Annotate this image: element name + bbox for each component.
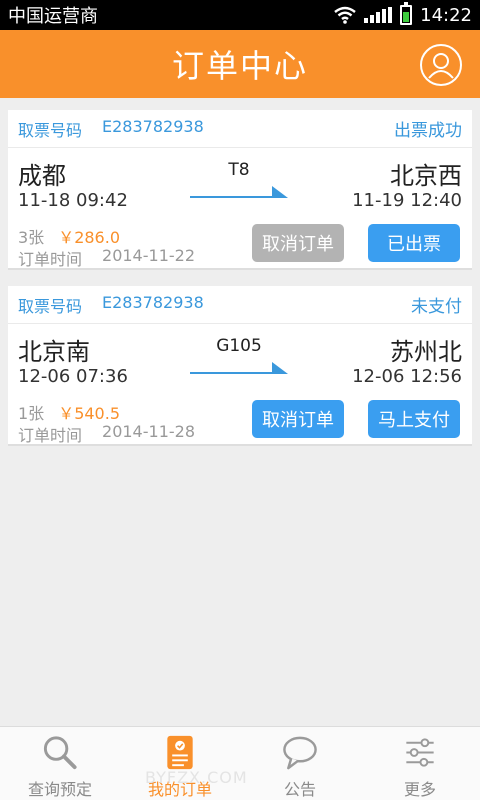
profile-button[interactable]: [420, 44, 462, 86]
order-time-label: 订单时间: [18, 250, 83, 269]
order-time: 2014-11-28: [102, 422, 195, 441]
order-time-row: 订单时间 2014-11-28: [18, 422, 195, 446]
ticket-number-label: 取票号码: [18, 120, 83, 140]
order-status: 未支付: [411, 297, 462, 317]
ticket-price: ￥540.5: [58, 404, 120, 423]
signal-icon: [364, 7, 393, 23]
user-icon: [428, 53, 454, 79]
ticket-number: E283782938: [102, 292, 204, 312]
arrival-station: 苏州北: [390, 338, 462, 366]
ticket-summary: 1张 ￥540.5: [18, 400, 120, 424]
tab-label: 更多: [403, 780, 436, 799]
order-time-row: 订单时间 2014-11-22: [18, 246, 195, 270]
tab-announcements[interactable]: 公告: [240, 727, 360, 800]
arrival-time: 12-06 12:56: [352, 366, 462, 387]
tab-my-orders[interactable]: 我的订单: [120, 727, 240, 800]
arrival-station: 北京西: [390, 162, 462, 190]
order-card[interactable]: 取票号码 E283782938 出票成功 成都 T8 北京西 11-18 09:…: [8, 110, 472, 270]
cancel-order-button[interactable]: 取消订单: [252, 224, 344, 262]
status-icons: 14:22: [334, 2, 472, 26]
carrier-name: 中国运营商: [8, 6, 98, 27]
order-time: 2014-11-22: [102, 246, 195, 265]
chat-bubble-icon: [283, 736, 317, 770]
ticket-summary: 3张 ￥286.0: [18, 224, 120, 248]
tab-label: 查询预定: [27, 780, 92, 799]
ticket-count: 3张: [18, 228, 45, 247]
bottom-tab-bar: 查询预定 我的订单 公告 更多: [0, 726, 480, 800]
arrow-right-icon: [190, 362, 288, 374]
status-bar: 中国运营商 14:22: [0, 0, 480, 30]
app-header: 订单中心: [0, 30, 480, 98]
ticket-count: 1张: [18, 404, 45, 423]
departure-station: 北京南: [18, 338, 90, 366]
pay-now-button[interactable]: 马上支付: [368, 400, 460, 438]
wifi-icon: [334, 6, 356, 24]
clock: 14:22: [420, 4, 472, 26]
tab-search-booking[interactable]: 查询预定: [0, 727, 120, 800]
ticket-price: ￥286.0: [58, 228, 120, 247]
ticket-issued-button[interactable]: 已出票: [368, 224, 460, 262]
order-status: 出票成功: [394, 121, 462, 141]
order-card-header: 取票号码 E283782938 出票成功: [8, 110, 472, 148]
battery-icon: [400, 2, 413, 25]
arrival-time: 11-19 12:40: [352, 190, 462, 211]
route-info: 成都 T8 北京西 11-18 09:42 11-19 12:40: [8, 148, 472, 220]
ticket-number-label: 取票号码: [18, 296, 83, 316]
departure-time: 11-18 09:42: [18, 190, 128, 211]
settings-sliders-icon: [406, 738, 434, 767]
train-number: T8: [228, 160, 250, 180]
tab-label: 公告: [283, 780, 316, 799]
arrow-right-icon: [190, 186, 288, 198]
page-title: 订单中心: [171, 47, 308, 85]
watermark: BYFZX.COM: [145, 768, 248, 787]
order-card-header: 取票号码 E283782938 未支付: [8, 286, 472, 324]
order-time-label: 订单时间: [18, 426, 83, 445]
train-number: G105: [216, 336, 262, 356]
departure-time: 12-06 07:36: [18, 366, 128, 387]
search-icon: [43, 736, 77, 770]
route-info: 北京南 G105 苏州北 12-06 07:36 12-06 12:56: [8, 324, 472, 396]
departure-station: 成都: [18, 162, 66, 190]
cancel-order-button[interactable]: 取消订单: [252, 400, 344, 438]
ticket-number: E283782938: [102, 116, 204, 136]
order-card[interactable]: 取票号码 E283782938 未支付 北京南 G105 苏州北 12-06 0…: [8, 286, 472, 446]
tab-more[interactable]: 更多: [360, 727, 480, 800]
order-icon: [167, 735, 193, 770]
